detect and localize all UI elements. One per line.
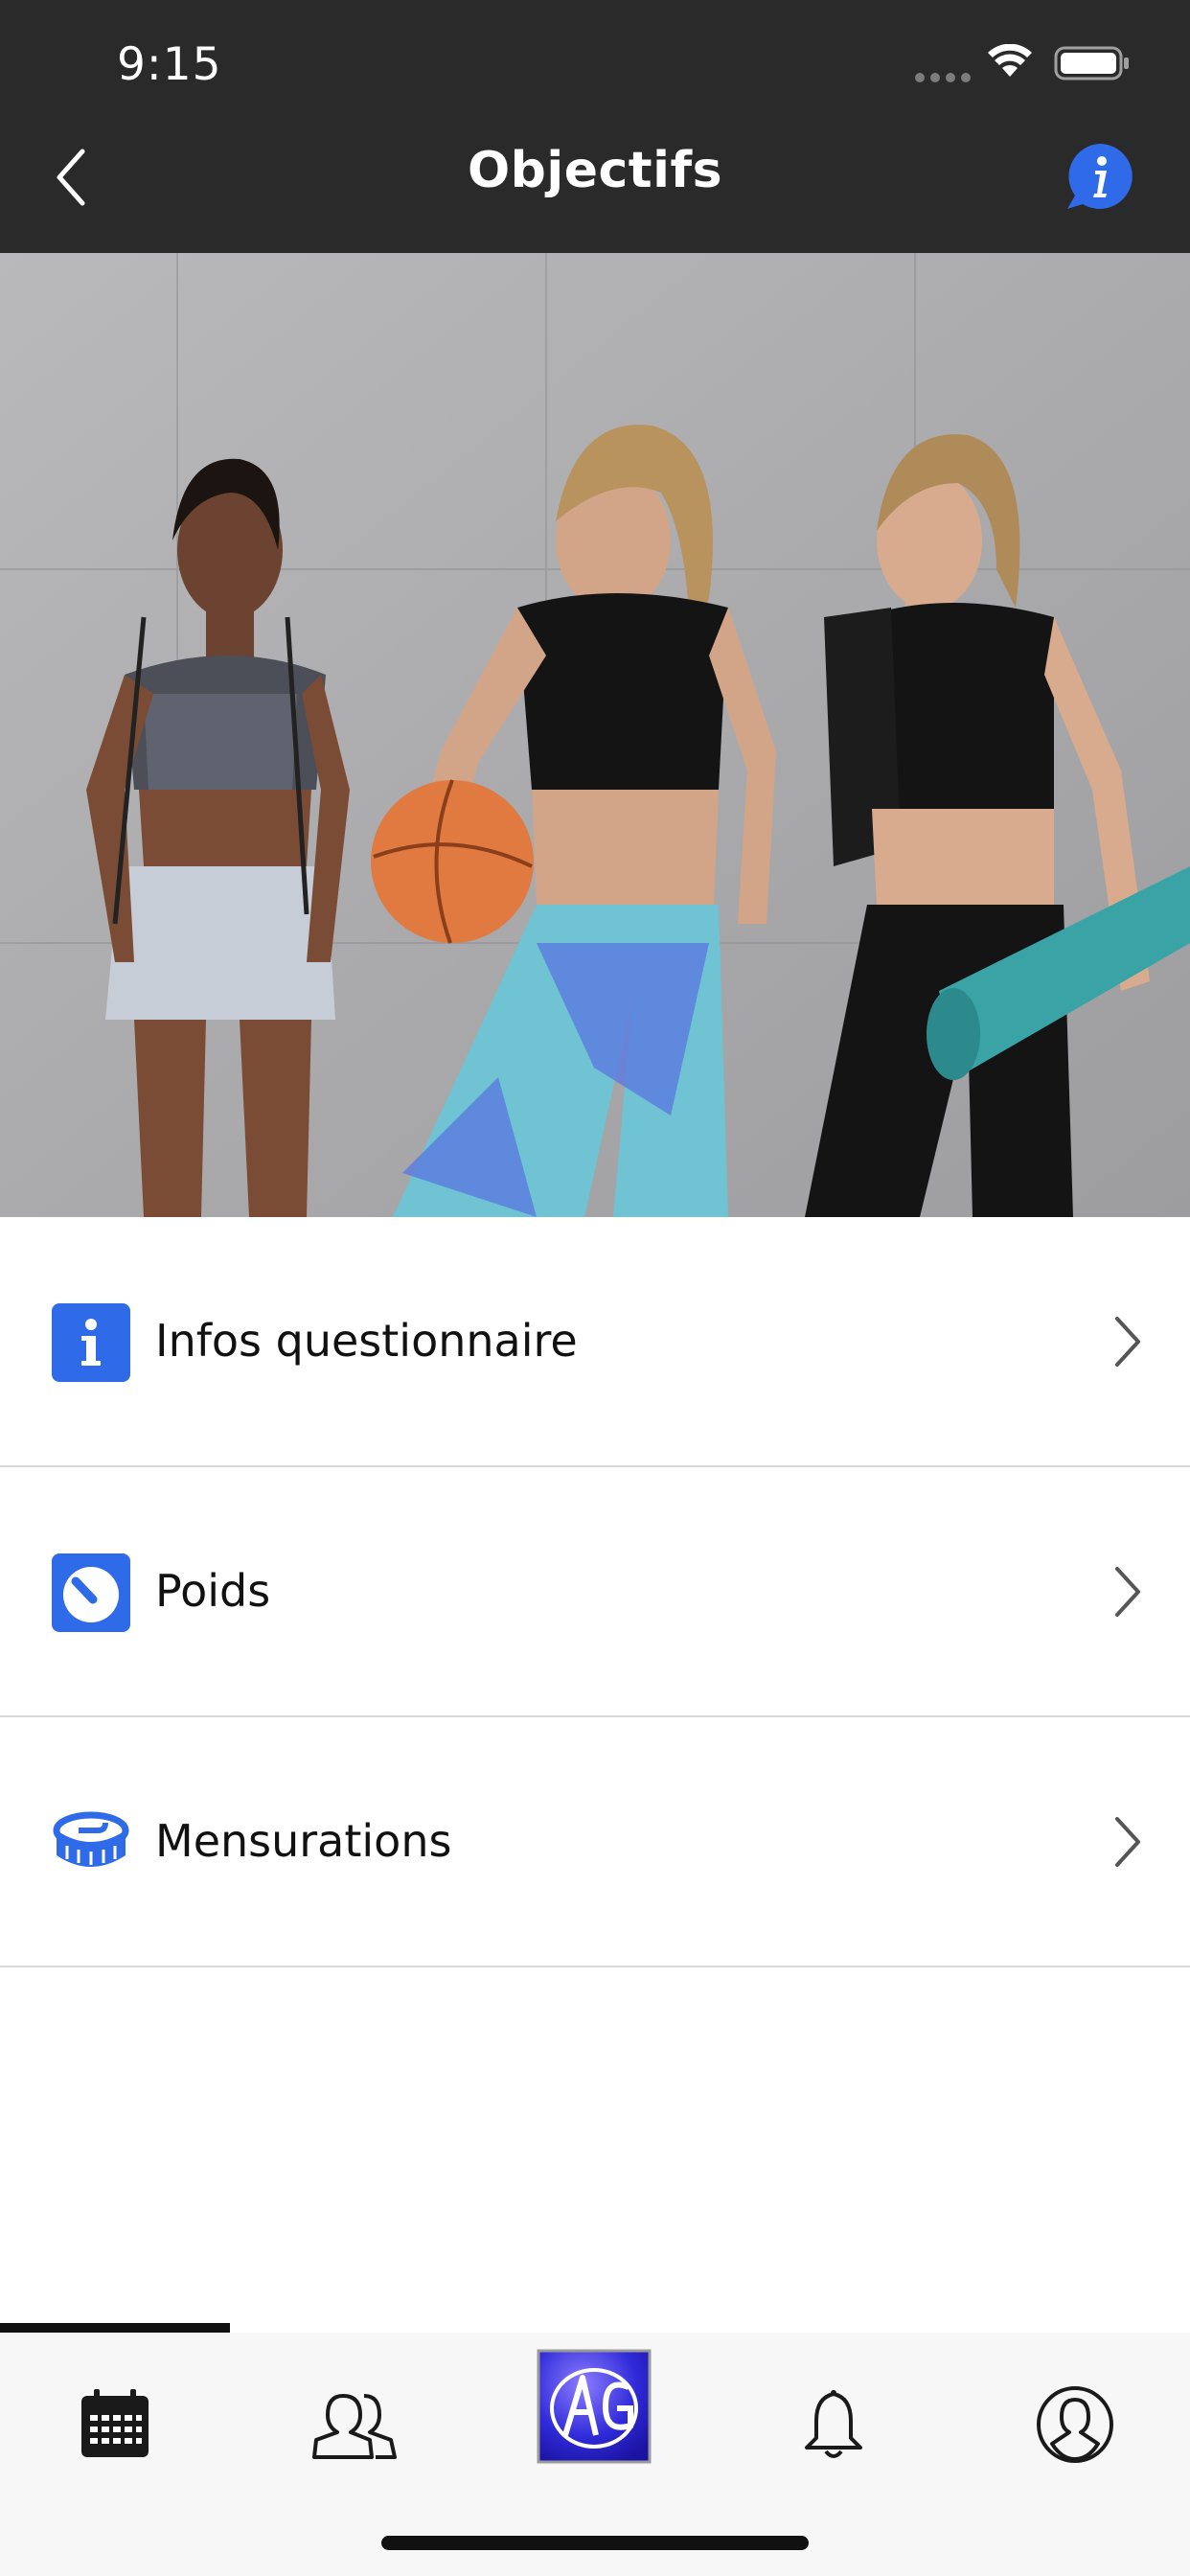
goals-list: Infos questionnaire Poids Mensurations bbox=[0, 1217, 1190, 1967]
list-item-poids[interactable]: Poids bbox=[0, 1467, 1190, 1717]
info-bubble-icon[interactable] bbox=[1064, 140, 1136, 213]
tab-calendar[interactable] bbox=[57, 2367, 172, 2482]
chevron-right-icon bbox=[1115, 1567, 1140, 1617]
tab-selected-indicator bbox=[0, 2323, 230, 2333]
bell-icon bbox=[805, 2390, 862, 2458]
tab-notifications[interactable] bbox=[776, 2367, 891, 2482]
list-item-label: Infos questionnaire bbox=[155, 1315, 578, 1367]
hero-image bbox=[0, 253, 1190, 1217]
app-logo-icon[interactable] bbox=[537, 2349, 652, 2464]
page-title: Objectifs bbox=[467, 142, 723, 199]
cellular-signal-icon bbox=[915, 73, 971, 82]
group-icon bbox=[312, 2394, 397, 2459]
fitness-photo bbox=[0, 253, 1190, 1217]
home-indicator bbox=[381, 2536, 809, 2550]
tab-profile[interactable] bbox=[1018, 2367, 1133, 2482]
info-square-icon bbox=[52, 1303, 130, 1382]
list-item-mensurations[interactable]: Mensurations bbox=[0, 1717, 1190, 1967]
calendar-icon bbox=[81, 2389, 149, 2457]
top-bar: 9:15 Objectifs bbox=[0, 0, 1190, 253]
wifi-icon bbox=[988, 44, 1032, 77]
status-time: 9:15 bbox=[117, 38, 222, 91]
chevron-right-icon bbox=[1115, 1317, 1140, 1367]
scale-icon bbox=[52, 1553, 130, 1632]
profile-icon bbox=[1037, 2386, 1113, 2463]
measuring-tape-icon bbox=[53, 1811, 129, 1867]
list-item-infos-questionnaire[interactable]: Infos questionnaire bbox=[0, 1217, 1190, 1467]
chevron-right-icon bbox=[1115, 1817, 1140, 1867]
list-item-label: Mensurations bbox=[155, 1815, 452, 1867]
battery-icon bbox=[1054, 46, 1129, 80]
tab-group[interactable] bbox=[297, 2367, 412, 2482]
list-item-label: Poids bbox=[155, 1565, 271, 1617]
